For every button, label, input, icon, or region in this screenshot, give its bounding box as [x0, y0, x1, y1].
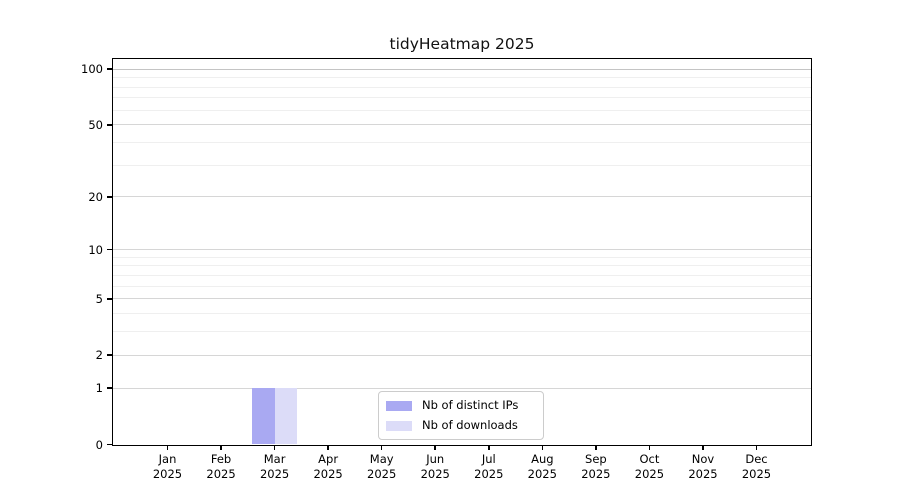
x-tick-apr-2025 — [327, 445, 329, 450]
y-tick-1 — [107, 387, 113, 389]
y-tick-label-1: 1 — [0, 380, 103, 396]
gridline-minor-4 — [113, 313, 811, 314]
gridline-minor-3 — [113, 331, 811, 332]
x-tick-jun-2025 — [434, 445, 436, 450]
legend-swatch-distinct-ips — [386, 401, 412, 411]
y-tick-label-10: 10 — [0, 242, 103, 258]
y-tick-2 — [107, 354, 113, 356]
legend-label-distinct-ips: Nb of distinct IPs — [422, 398, 518, 413]
x-tick-jul-2025 — [488, 445, 490, 450]
x-tick-oct-2025 — [649, 445, 651, 450]
gridline-minor-30 — [113, 165, 811, 166]
gridline-major-50 — [113, 124, 811, 125]
y-tick-label-2: 2 — [0, 347, 103, 363]
chart-figure: tidyHeatmap 2025 1005020105210Jan2025Feb… — [0, 0, 900, 500]
y-tick-label-100: 100 — [0, 61, 103, 77]
gridline-major-100 — [113, 69, 811, 70]
y-tick-label-50: 50 — [0, 117, 103, 133]
x-tick-aug-2025 — [542, 445, 544, 450]
x-tick-sep-2025 — [595, 445, 597, 450]
x-tick-label-dec-2025: Dec2025 — [725, 452, 789, 482]
x-tick-label-line: 2025 — [725, 467, 789, 482]
gridline-minor-90 — [113, 77, 811, 78]
y-tick-100 — [107, 68, 113, 70]
y-tick-label-5: 5 — [0, 291, 103, 307]
y-tick-label-0: 0 — [0, 437, 103, 453]
y-tick-50 — [107, 124, 113, 126]
bar-nb-of-downloads-mar-2025 — [275, 388, 298, 444]
x-tick-label-line: Dec — [725, 452, 789, 467]
y-tick-10 — [107, 249, 113, 251]
gridline-major-1 — [113, 388, 811, 389]
x-tick-nov-2025 — [702, 445, 704, 450]
x-tick-feb-2025 — [220, 445, 222, 450]
gridline-minor-9 — [113, 257, 811, 258]
gridline-minor-60 — [113, 110, 811, 111]
legend-item-downloads: Nb of downloads — [386, 418, 535, 433]
legend-swatch-downloads — [386, 421, 412, 431]
x-tick-dec-2025 — [756, 445, 758, 450]
legend-item-distinct-ips: Nb of distinct IPs — [386, 398, 535, 413]
gridline-minor-6 — [113, 286, 811, 287]
y-tick-20 — [107, 196, 113, 198]
x-tick-jan-2025 — [167, 445, 169, 450]
y-tick-5 — [107, 298, 113, 300]
gridline-minor-40 — [113, 142, 811, 143]
gridline-major-5 — [113, 298, 811, 299]
bar-nb-of-distinct-ips-mar-2025 — [252, 388, 275, 444]
gridline-minor-80 — [113, 87, 811, 88]
gridline-major-10 — [113, 249, 811, 250]
gridline-major-2 — [113, 355, 811, 356]
y-tick-0 — [107, 444, 113, 446]
chart-title: tidyHeatmap 2025 — [113, 35, 811, 53]
x-tick-mar-2025 — [274, 445, 276, 450]
gridline-minor-7 — [113, 275, 811, 276]
gridline-minor-70 — [113, 97, 811, 98]
x-tick-may-2025 — [381, 445, 383, 450]
gridline-major-20 — [113, 196, 811, 197]
gridline-minor-8 — [113, 265, 811, 266]
y-tick-label-20: 20 — [0, 189, 103, 205]
legend: Nb of distinct IPs Nb of downloads — [378, 391, 544, 440]
legend-label-downloads: Nb of downloads — [422, 418, 518, 433]
